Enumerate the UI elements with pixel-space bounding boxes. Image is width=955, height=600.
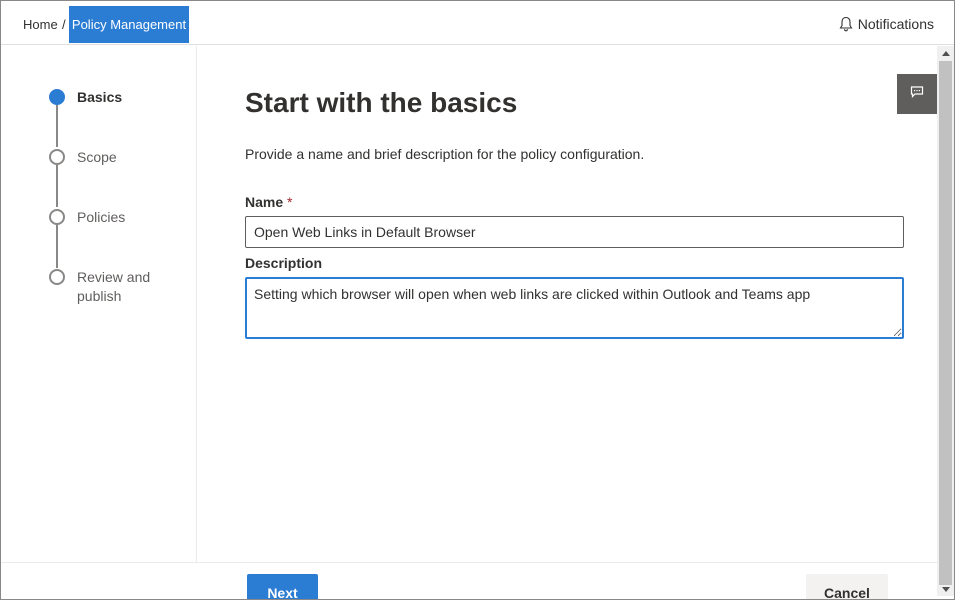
wizard-steps: Basics Scope Policies Review and publish	[1, 46, 197, 562]
step-basics-indicator	[49, 89, 65, 105]
footer-bar: Next Cancel	[1, 562, 937, 599]
description-field-label: Description	[245, 255, 323, 271]
page-title: Start with the basics	[245, 87, 518, 118]
scrollbar-thumb[interactable]	[939, 61, 952, 585]
name-input[interactable]	[245, 216, 904, 248]
breadcrumb-separator: /	[62, 17, 66, 32]
description-textarea[interactable]: Setting which browser will open when web…	[245, 277, 904, 339]
feedback-button[interactable]	[897, 74, 937, 114]
bell-icon	[839, 16, 853, 32]
name-label-text: Name	[245, 194, 284, 210]
required-marker: *	[287, 194, 293, 210]
name-field-label: Name *	[245, 194, 292, 210]
next-button[interactable]: Next	[247, 574, 318, 599]
step-policies-indicator	[49, 209, 65, 225]
breadcrumb-home-link[interactable]: Home	[23, 17, 58, 32]
breadcrumb-current[interactable]: Policy Management	[69, 6, 189, 43]
scroll-down-arrow-icon[interactable]	[937, 582, 954, 596]
notifications-button[interactable]: Notifications	[839, 16, 934, 32]
page-description: Provide a name and brief description for…	[245, 146, 645, 162]
step-basics[interactable]: Basics	[77, 88, 177, 107]
vertical-scrollbar[interactable]	[937, 46, 954, 596]
scroll-up-arrow-icon[interactable]	[937, 46, 954, 60]
step-review-and-publish[interactable]: Review and publish	[77, 268, 157, 306]
app-window: Home / Policy Management Notifications B…	[0, 0, 955, 600]
step-scope[interactable]: Scope	[77, 148, 177, 167]
top-bar: Home / Policy Management Notifications	[1, 1, 954, 45]
step-connector	[56, 105, 58, 147]
cancel-button[interactable]: Cancel	[806, 574, 888, 599]
step-connector	[56, 165, 58, 207]
step-scope-indicator	[49, 149, 65, 165]
feedback-chat-icon	[910, 85, 924, 103]
step-review-indicator	[49, 269, 65, 285]
step-connector	[56, 225, 58, 268]
step-policies[interactable]: Policies	[77, 208, 177, 227]
notifications-label: Notifications	[857, 16, 934, 32]
